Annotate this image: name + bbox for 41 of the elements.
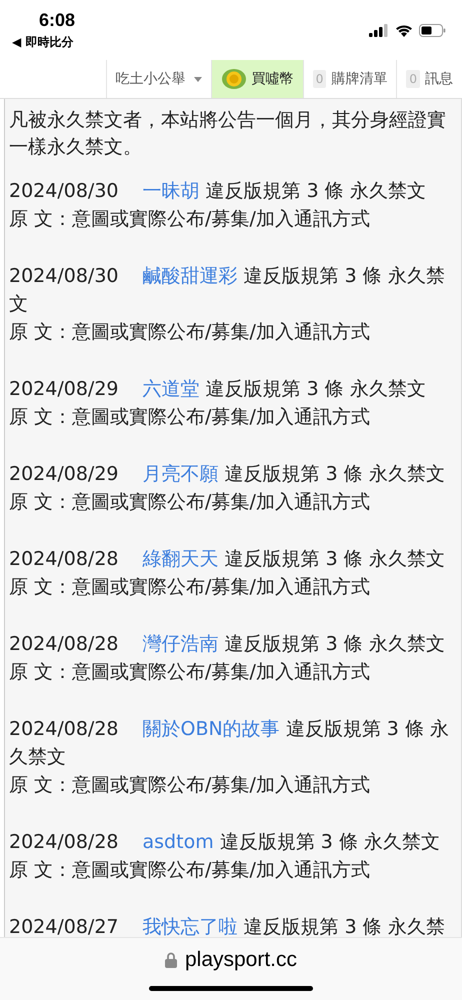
ban-record: 2024/08/29 月亮不願 違反版規第 3 條 永久禁文 [9, 462, 446, 487]
ban-record: 2024/08/30 鹹酸甜運彩 違反版規第 3 條 永久禁文 [9, 264, 446, 317]
user-link[interactable]: 灣仔浩南 [142, 633, 219, 655]
clock-time: 6:08 [38, 10, 76, 31]
ban-record: 2024/08/27 我快忘了啦 違反版規第 3 條 永久禁 [9, 915, 446, 937]
wifi-icon [395, 24, 413, 36]
original-text: 原 文：意圖或實際公布/募集/加入通訊方式 [9, 207, 371, 232]
ban-record: 2024/08/28 灣仔浩南 違反版規第 3 條 永久禁文 [9, 632, 446, 657]
ban-record: 2024/08/30 一昧胡 違反版規第 3 條 永久禁文 [9, 179, 427, 204]
count-badge: 0 [406, 70, 420, 88]
url-text[interactable]: playsport.cc [184, 948, 298, 972]
count-badge: 0 [312, 70, 326, 88]
ban-record: 2024/08/28 綠翻天天 違反版規第 3 條 永久禁文 [9, 547, 446, 572]
nav-item[interactable]: 買噓幣 [210, 60, 303, 98]
user-link[interactable]: 六道堂 [142, 378, 200, 400]
ban-record: 2024/08/28 關於OBN的故事 違反版規第 3 條 永久禁文 [9, 717, 450, 770]
original-text: 原 文：意圖或實際公布/募集/加入通訊方式 [9, 773, 371, 798]
user-link[interactable]: 一昧胡 [142, 180, 200, 202]
original-text: 原 文：意圖或實際公布/募集/加入通訊方式 [9, 405, 371, 430]
original-text: 原 文：意圖或實際公布/募集/加入通訊方式 [9, 490, 371, 515]
original-text: 原 文：意圖或實際公布/募集/加入通訊方式 [9, 320, 371, 345]
user-link[interactable]: asdtom [142, 831, 214, 853]
user-link[interactable]: 鹹酸甜運彩 [142, 265, 238, 287]
lock-icon [164, 952, 177, 968]
user-link[interactable]: 關於OBN的故事 [142, 718, 280, 740]
original-text: 原 文：意圖或實際公布/募集/加入通訊方式 [9, 660, 371, 685]
nav-item[interactable]: 0 訊息 [396, 60, 462, 98]
ban-record: 2024/08/28 asdtom 違反版規第 3 條 永久禁文 [9, 830, 441, 855]
signal-icon [369, 24, 389, 36]
user-link[interactable]: 月亮不願 [142, 463, 219, 485]
user-link[interactable]: 綠翻天天 [142, 548, 219, 570]
original-text: 原 文：意圖或實際公布/募集/加入通訊方式 [9, 575, 371, 600]
notice-text: 凡被永久禁文者，本站將公告一個月，其分身經證實一樣永久禁文。 [9, 108, 447, 160]
nav-item[interactable]: 0 購牌清單 [302, 60, 396, 98]
original-text: 原 文：意圖或實際公布/募集/加入通訊方式 [9, 858, 371, 883]
battery-icon [419, 24, 446, 36]
caret-icon [194, 76, 202, 82]
coin-icon [220, 68, 247, 90]
user-link[interactable]: 我快忘了啦 [142, 916, 238, 937]
ban-record: 2024/08/29 六道堂 違反版規第 3 條 永久禁文 [9, 377, 427, 402]
back-link[interactable]: ◀ 即時比分 [12, 34, 76, 51]
